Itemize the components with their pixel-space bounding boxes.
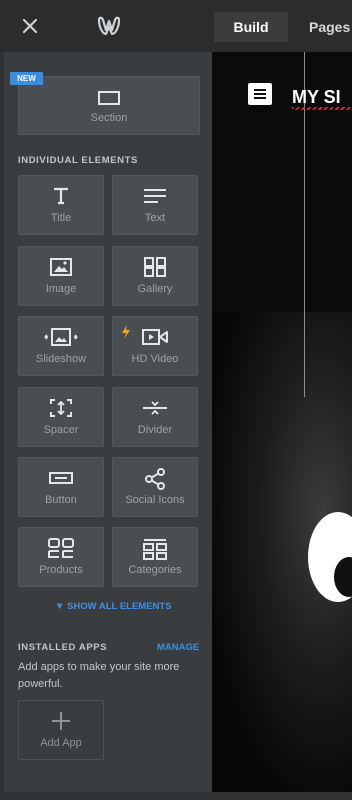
element-spacer[interactable]: Spacer bbox=[18, 387, 104, 447]
title-icon bbox=[19, 186, 103, 206]
button-icon bbox=[19, 468, 103, 488]
element-label: Slideshow bbox=[35, 353, 87, 365]
element-divider[interactable]: Divider bbox=[112, 387, 198, 447]
element-label: Title bbox=[50, 212, 72, 224]
element-gallery[interactable]: Gallery bbox=[112, 246, 198, 306]
hamburger-menu-icon[interactable] bbox=[248, 83, 272, 105]
slideshow-icon bbox=[19, 327, 103, 347]
close-icon[interactable] bbox=[18, 14, 42, 38]
image-icon bbox=[19, 257, 103, 277]
element-social-icons[interactable]: Social Icons bbox=[112, 457, 198, 517]
add-app-button[interactable]: Add App bbox=[18, 700, 104, 760]
element-slideshow[interactable]: Slideshow bbox=[18, 316, 104, 376]
element-label: Divider bbox=[137, 424, 173, 436]
element-text[interactable]: Text bbox=[112, 175, 198, 235]
gallery-icon bbox=[113, 257, 197, 277]
section-tile[interactable]: Section bbox=[18, 76, 200, 135]
element-button[interactable]: Button bbox=[18, 457, 104, 517]
element-label: HD Video bbox=[131, 353, 179, 365]
categories-icon bbox=[113, 538, 197, 560]
element-image[interactable]: Image bbox=[18, 246, 104, 306]
individual-elements-heading: INDIVIDUAL ELEMENTS bbox=[18, 155, 138, 166]
element-label: Products bbox=[39, 564, 83, 576]
element-title[interactable]: Title bbox=[18, 175, 104, 235]
element-products[interactable]: Products bbox=[18, 527, 104, 587]
add-app-label: Add App bbox=[40, 737, 82, 749]
new-badge: NEW bbox=[10, 72, 43, 85]
site-title[interactable]: MY SI bbox=[292, 87, 352, 110]
divider-icon bbox=[113, 398, 197, 418]
element-label: Categories bbox=[128, 564, 182, 576]
text-icon bbox=[113, 186, 197, 206]
weebly-logo-icon[interactable] bbox=[96, 14, 122, 38]
section-label: Section bbox=[90, 112, 128, 124]
site-title-text: MY SI bbox=[292, 87, 341, 107]
plus-icon bbox=[19, 711, 103, 731]
element-label: Gallery bbox=[137, 283, 173, 295]
products-icon bbox=[19, 538, 103, 560]
show-all-label: SHOW ALL ELEMENTS bbox=[67, 601, 172, 612]
element-label: Text bbox=[144, 212, 166, 224]
manage-apps-link[interactable]: MANAGE bbox=[157, 642, 199, 653]
tab-build[interactable]: Build bbox=[214, 12, 288, 42]
installed-apps-heading: INSTALLED APPS bbox=[18, 642, 108, 653]
tab-pages[interactable]: Pages bbox=[309, 12, 350, 42]
caret-down-icon: ▼ bbox=[55, 601, 68, 612]
show-all-elements-link[interactable]: ▼ SHOW ALL ELEMENTS bbox=[55, 601, 172, 612]
element-label: Spacer bbox=[43, 424, 79, 436]
element-categories[interactable]: Categories bbox=[112, 527, 198, 587]
spellcheck-underline bbox=[292, 107, 352, 110]
top-bar: Build Pages bbox=[0, 0, 352, 52]
hd-video-icon bbox=[113, 327, 197, 347]
bottom-strip bbox=[0, 792, 352, 800]
share-icon bbox=[113, 468, 197, 490]
apps-description: Add apps to make your site more powerful… bbox=[18, 661, 180, 690]
element-label: Social Icons bbox=[125, 494, 185, 506]
site-preview-canvas[interactable]: MY SI bbox=[212, 52, 352, 792]
element-label: Image bbox=[45, 283, 77, 295]
element-hd-video[interactable]: HD Video bbox=[112, 316, 198, 376]
element-label: Button bbox=[45, 494, 77, 506]
spacer-icon bbox=[19, 398, 103, 418]
section-icon bbox=[19, 89, 199, 107]
